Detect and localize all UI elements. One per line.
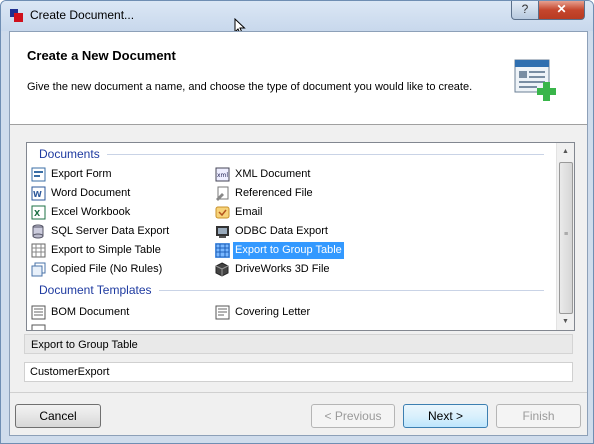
sql-server-icon [32,224,44,239]
create-document-dialog: Create Document... ? ✕ Create a New Docu… [0,0,594,444]
export-form-icon [31,167,46,182]
help-button[interactable]: ? [511,1,539,20]
wizard-header: Create a New Document Give the new docum… [10,32,587,125]
document-type-list[interactable]: Documents Export Form xml XML Document W… [26,142,575,331]
copied-file-icon [31,262,46,277]
simple-table-icon [31,243,46,258]
list-item-label: DriveWorks 3D File [235,263,330,275]
group-table-icon [215,243,230,258]
scroll-down-arrow-icon[interactable]: ▼ [557,313,574,330]
list-item-label: Covering Letter [235,306,311,318]
list-item-label: Excel Workbook [51,206,131,218]
new-document-icon [514,59,556,101]
driveworks-3d-icon [215,262,229,277]
scroll-up-arrow-icon[interactable]: ▲ [557,143,574,160]
list-item-label: BOM Document [51,306,130,318]
list-item-label: Copied File (No Rules) [51,263,163,275]
page-description: Give the new document a name, and choose… [27,81,473,93]
group-divider [107,154,544,155]
scroll-thumb[interactable]: ≡ [559,162,573,314]
footer-divider [10,392,587,393]
list-scrollbar[interactable]: ▲ ≡ ▼ [556,143,574,330]
selected-type-display: Export to Group Table [24,334,573,354]
finish-button[interactable]: Finish [496,404,581,428]
list-item-label: SQL Server Data Export [51,225,170,237]
svg-text:W: W [33,190,42,199]
list-item-label: XML Document [235,168,311,180]
list-item-label: Email [235,206,263,218]
word-document-icon: W [31,186,46,201]
list-item-label: Referenced File [235,187,313,199]
title-bar[interactable]: Create Document... ? ✕ [1,1,593,31]
cancel-button[interactable]: Cancel [15,404,101,428]
close-button[interactable]: ✕ [538,1,585,20]
grip-icon: ≡ [564,231,569,238]
app-icon [10,9,23,22]
list-item-label: Export to Simple Table [51,244,161,256]
odbc-icon [216,226,229,238]
document-name-input[interactable] [24,362,573,382]
bom-document-icon [31,305,46,320]
group-header-documents: Documents [39,147,100,161]
page-title: Create a New Document [27,48,176,63]
email-icon [215,206,230,219]
next-button[interactable]: Next > [403,404,488,428]
window-title: Create Document... [30,8,135,22]
excel-workbook-icon: X [31,205,46,220]
dialog-body: Create a New Document Give the new docum… [9,31,588,436]
list-item-label: Word Document [51,187,131,199]
previous-button[interactable]: < Previous [311,404,395,428]
list-item-label: ODBC Data Export [235,225,328,237]
svg-text:xml: xml [217,172,228,179]
covering-letter-icon [215,305,230,320]
svg-text:X: X [34,209,41,218]
xml-document-icon: xml [215,167,230,182]
document-icon [31,324,46,330]
list-item-label: Export Form [51,168,112,180]
list-item-label: Export to Group Table [233,242,344,259]
group-divider [159,290,544,291]
referenced-file-icon [216,186,229,201]
group-header-document-templates: Document Templates [39,283,152,297]
